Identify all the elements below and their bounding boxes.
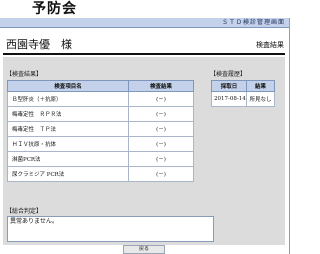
test-item: 梅毒定性 ＲＰＲ法 xyxy=(7,106,129,122)
table-row: 尿クラミジア PCR法 (－) xyxy=(7,166,194,182)
judgement-textarea[interactable]: 異常ありません。 xyxy=(7,216,214,242)
test-result: (－) xyxy=(128,166,194,182)
table-row[interactable]: 2017-08-14 所見なし xyxy=(211,91,275,107)
history-date: 2017-08-14 xyxy=(211,91,247,107)
test-result: (－) xyxy=(128,91,194,107)
test-item: 淋菌PCR法 xyxy=(7,151,129,167)
table-row: ＨＩＶ抗原・抗体 (－) xyxy=(7,136,194,152)
column-header-item: 検査項目名 xyxy=(7,80,129,92)
page-title: 検査結果 xyxy=(256,41,284,49)
system-name: ＳＴＤ検診管理画面 xyxy=(221,19,285,26)
history-header-row: 採取日 結果 xyxy=(211,80,275,92)
test-item: ＨＩＶ抗原・抗体 xyxy=(7,136,129,152)
table-row: Ｂ型肝炎（＋抗原） (－) xyxy=(7,91,194,107)
org-title: 予防会 xyxy=(32,1,77,17)
test-result: (－) xyxy=(128,151,194,167)
column-header-history-result: 結果 xyxy=(246,80,275,92)
results-header-row: 検査項目名 検査結果 xyxy=(7,80,194,92)
column-header-result: 検査結果 xyxy=(128,80,194,92)
test-result: (－) xyxy=(128,136,194,152)
table-row: 淋菌PCR法 (－) xyxy=(7,151,194,167)
test-result: (－) xyxy=(128,121,194,137)
results-table: 検査項目名 検査結果 Ｂ型肝炎（＋抗原） (－) 梅毒定性 ＲＰＲ法 (－) 梅毒定… xyxy=(7,80,194,182)
header-divider xyxy=(3,53,285,55)
table-row: 梅毒定性 ＲＰＲ法 (－) xyxy=(7,106,194,122)
results-section-label: 【検査結果】 xyxy=(6,71,43,78)
system-bar: ＳＴＤ検診管理画面 xyxy=(0,18,289,28)
patient-name: 西園寺優 様 xyxy=(6,38,72,51)
table-row: 梅毒定性 ＴＰ法 (－) xyxy=(7,121,194,137)
history-result: 所見なし xyxy=(246,91,275,107)
judgement-section-label: 【総合判定】 xyxy=(6,208,43,215)
test-item: Ｂ型肝炎（＋抗原） xyxy=(7,91,129,107)
column-header-date: 採取日 xyxy=(211,80,247,92)
test-item: 尿クラミジア PCR法 xyxy=(7,166,129,182)
back-button[interactable]: 戻る xyxy=(123,245,165,254)
test-result: (－) xyxy=(128,106,194,122)
test-item: 梅毒定性 ＴＰ法 xyxy=(7,121,129,137)
history-table: 採取日 結果 2017-08-14 所見なし xyxy=(211,80,275,107)
history-section-label: 【検査履歴】 xyxy=(210,71,247,78)
